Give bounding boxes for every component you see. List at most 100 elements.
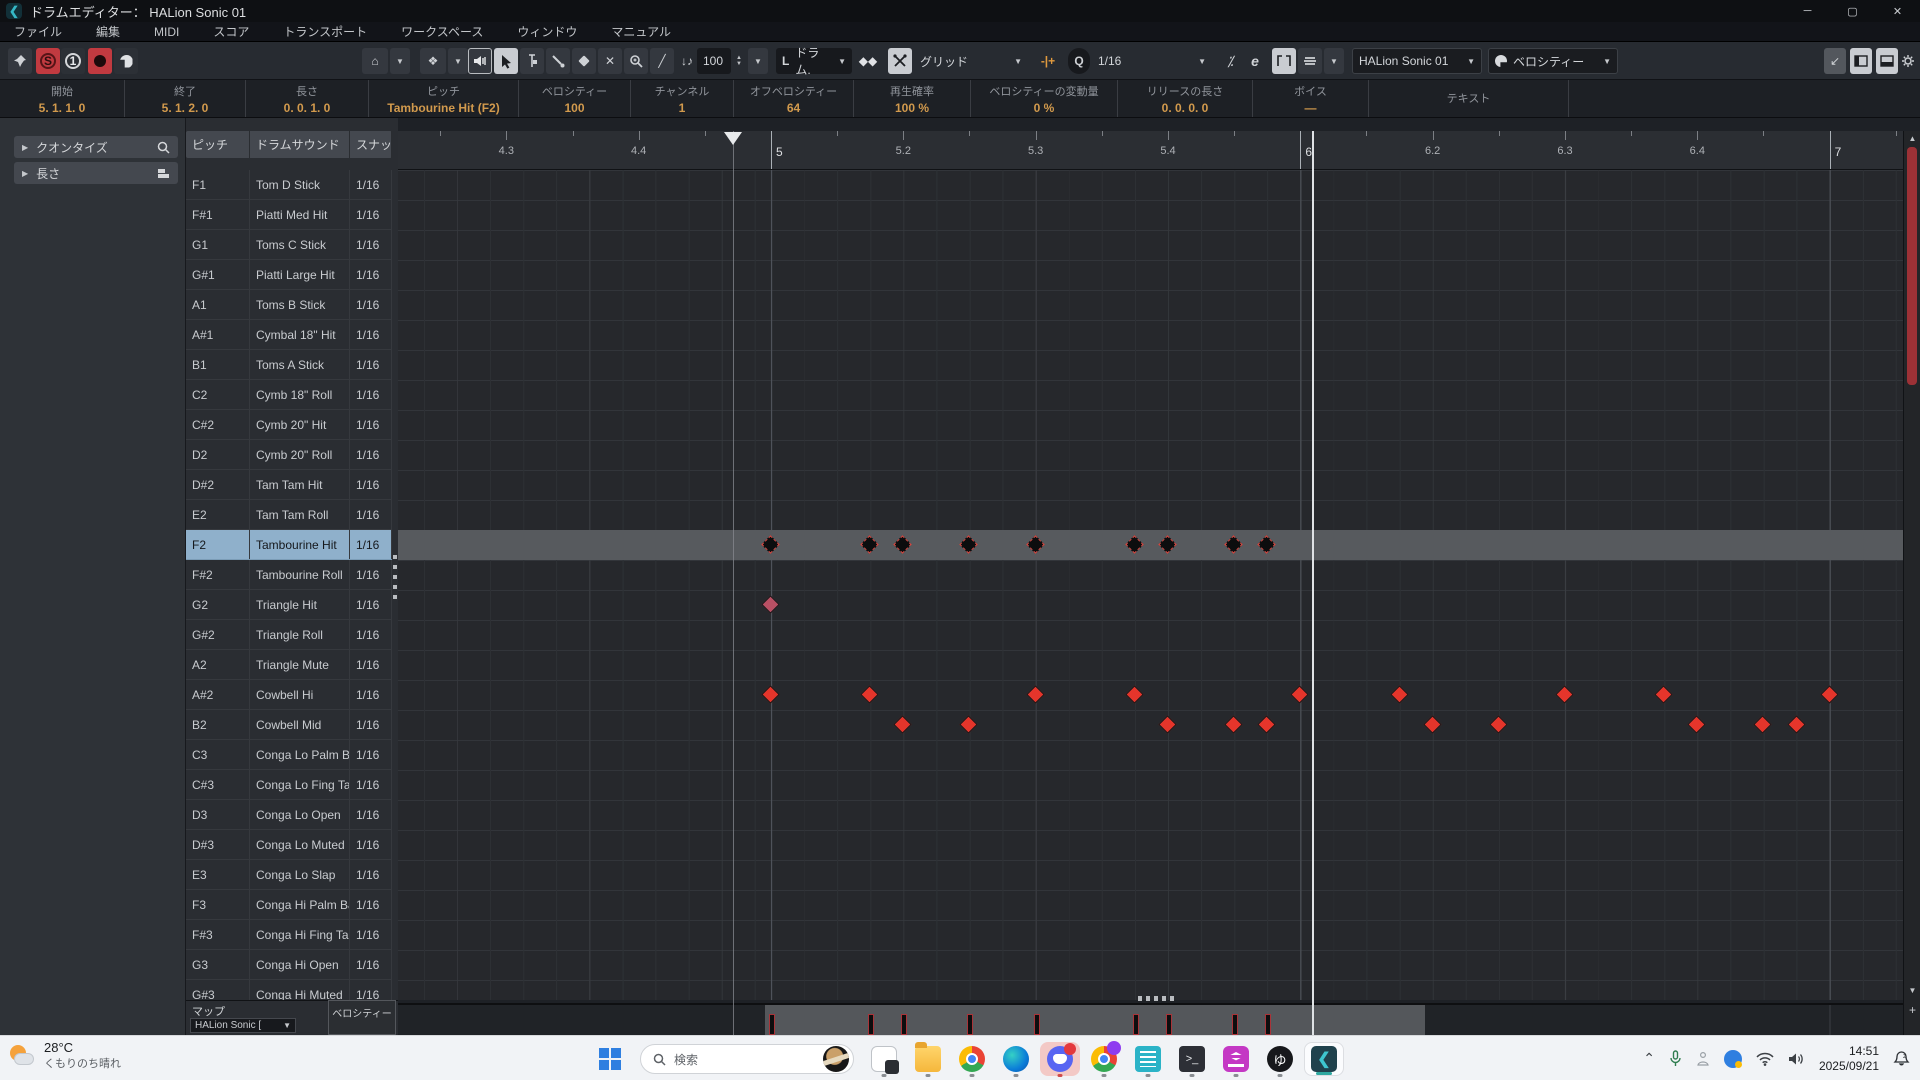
- velocity-bar-step6[interactable]: [967, 1014, 973, 1035]
- drum-note-A#2-step3[interactable]: [861, 685, 879, 703]
- close-icon[interactable]: ✕: [1875, 0, 1920, 22]
- drum-note-B2-step22[interactable]: [1489, 715, 1507, 733]
- info-field-8[interactable]: 再生確率100 %: [854, 80, 971, 117]
- drum-row-E3[interactable]: E3Conga Lo Slap1/16: [186, 860, 392, 890]
- info-field-12[interactable]: テキスト: [1369, 80, 1569, 117]
- drum-row-D3[interactable]: D3Conga Lo Open1/16: [186, 800, 392, 830]
- wifi-icon[interactable]: [1756, 1052, 1774, 1066]
- panel-section-1[interactable]: ▶クオンタイズ: [14, 136, 178, 158]
- menu-ウィンドウ[interactable]: ウィンドウ: [517, 23, 577, 40]
- left-zone-toggle-icon[interactable]: [1850, 48, 1872, 74]
- part-lanes-dropdown-icon[interactable]: ▼: [1324, 48, 1344, 74]
- speaker-icon[interactable]: [468, 48, 492, 74]
- acoustic-feedback-icon[interactable]: 1: [61, 48, 85, 74]
- velocity-bar-step12[interactable]: [1166, 1014, 1172, 1035]
- brush-tool-icon[interactable]: [546, 48, 570, 74]
- iterative-quantize-icon[interactable]: ⁒: [1218, 48, 1242, 74]
- info-field-10[interactable]: リリースの長さ0. 0. 0. 0: [1118, 80, 1253, 117]
- drum-row-F2[interactable]: F2Tambourine Hit1/16: [186, 530, 392, 560]
- part-borders-icon[interactable]: [1272, 48, 1296, 74]
- note-grid[interactable]: [398, 170, 1903, 1000]
- taskbar-icon-edge[interactable]: [994, 1040, 1038, 1078]
- drum-row-A1[interactable]: A1Toms B Stick1/16: [186, 290, 392, 320]
- zoom-tool-icon[interactable]: [624, 48, 648, 74]
- drum-row-G#1[interactable]: G#1Piatti Large Hit1/16: [186, 260, 392, 290]
- search-input[interactable]: 検索: [640, 1044, 854, 1074]
- menu-スコア[interactable]: スコア: [213, 23, 249, 40]
- autoscroll-icon[interactable]: -|+: [1034, 48, 1062, 74]
- drum-note-A#2-step11[interactable]: [1125, 685, 1143, 703]
- drum-row-C2[interactable]: C2Cymb 18" Roll1/16: [186, 380, 392, 410]
- drum-row-F1[interactable]: F1Tom D Stick1/16: [186, 170, 392, 200]
- drum-row-D#2[interactable]: D#2Tam Tam Hit1/16: [186, 470, 392, 500]
- drum-row-F#3[interactable]: F#3Conga Hi Fing Tap1/16: [186, 920, 392, 950]
- drum-note-B2-step6[interactable]: [960, 715, 978, 733]
- mic-icon[interactable]: [1669, 1050, 1682, 1067]
- taskbar-icon-discord[interactable]: [1038, 1040, 1082, 1078]
- taskbar-icon-terminal[interactable]: >_: [1170, 1040, 1214, 1078]
- info-field-6[interactable]: チャンネル1: [631, 80, 734, 117]
- controller-lane-selector[interactable]: ベロシティー: [328, 1000, 396, 1035]
- drum-note-B2-step20[interactable]: [1423, 715, 1441, 733]
- info-field-4[interactable]: ピッチTambourine Hit (F2): [369, 80, 519, 117]
- drum-note-A#2-step8[interactable]: [1026, 685, 1044, 703]
- start-button[interactable]: [588, 1040, 632, 1078]
- info-field-7[interactable]: オフベロシティー64: [734, 80, 854, 117]
- velocity-bar-step0[interactable]: [769, 1014, 775, 1035]
- playhead-triangle-icon[interactable]: [724, 132, 742, 145]
- taskbar-icon-explorer[interactable]: [906, 1040, 950, 1078]
- lane-resize-handle[interactable]: [1138, 996, 1178, 1001]
- drum-row-E2[interactable]: E2Tam Tam Roll1/16: [186, 500, 392, 530]
- volume-icon[interactable]: [1788, 1052, 1805, 1066]
- drum-note-B2-step14[interactable]: [1224, 715, 1242, 733]
- column-header-3[interactable]: スナップ: [350, 131, 392, 158]
- menu-編集[interactable]: 編集: [96, 23, 120, 40]
- drum-row-C3[interactable]: C3Conga Lo Palm Bass1/16: [186, 740, 392, 770]
- taskbar-icon-ime-app[interactable]: ゆ: [1258, 1040, 1302, 1078]
- insert-velocity-value[interactable]: 100: [697, 48, 731, 74]
- drum-note-A#2-step24[interactable]: [1555, 685, 1573, 703]
- drum-note-B2-step15[interactable]: [1258, 715, 1276, 733]
- drum-row-F3[interactable]: F3Conga Hi Palm Bass1/16: [186, 890, 392, 920]
- bell-dnd-icon[interactable]: z: [1893, 1050, 1910, 1067]
- drum-row-D2[interactable]: D2Cymb 20" Roll1/16: [186, 440, 392, 470]
- velocity-bar-step14[interactable]: [1232, 1014, 1238, 1035]
- info-field-9[interactable]: ベロシティーの変動量0 %: [971, 80, 1118, 117]
- velocity-stepper[interactable]: ▲▼: [732, 48, 746, 74]
- line-tool-icon[interactable]: ╱: [650, 48, 674, 74]
- menu-ファイル[interactable]: ファイル: [14, 23, 62, 40]
- zoom-plus-icon[interactable]: +: [1904, 1003, 1920, 1017]
- record-icon[interactable]: [88, 48, 112, 74]
- menu-トランスポート[interactable]: トランスポート: [283, 23, 367, 40]
- timeline-ruler[interactable]: 4.34.455.25.35.466.26.36.47: [398, 131, 1903, 170]
- drum-note-B2-step4[interactable]: [894, 715, 912, 733]
- drum-note-A#2-step32[interactable]: [1820, 685, 1838, 703]
- info-field-3[interactable]: 長さ0. 0. 1. 0: [246, 80, 369, 117]
- drum-map-selector[interactable]: HALion Sonic [▼: [190, 1018, 296, 1033]
- scrollbar-thumb[interactable]: [1907, 147, 1917, 385]
- drum-note-A#2-step16[interactable]: [1291, 685, 1309, 703]
- info-field-5[interactable]: ベロシティー100: [519, 80, 631, 117]
- drum-note-B2-step28[interactable]: [1688, 715, 1706, 733]
- crossed-sticks-grid-icon[interactable]: [888, 48, 912, 74]
- info-field-11[interactable]: ボイス—: [1253, 80, 1369, 117]
- scroll-down-icon[interactable]: ▼: [1904, 986, 1920, 995]
- cloud-sync-icon[interactable]: [1724, 1050, 1742, 1068]
- drum-row-A2[interactable]: A2Triangle Mute1/16: [186, 650, 392, 680]
- velocity-bar-step8[interactable]: [1034, 1014, 1040, 1035]
- drum-note-B2-step12[interactable]: [1158, 715, 1176, 733]
- drum-row-C#3[interactable]: C#3Conga Lo Fing Tap1/16: [186, 770, 392, 800]
- drum-note-A#2-step0[interactable]: [761, 685, 779, 703]
- taskbar-icon-chrome[interactable]: [950, 1040, 994, 1078]
- velocity-bar-step3[interactable]: [868, 1014, 874, 1035]
- column-header-2[interactable]: ドラムサウンド: [250, 131, 350, 158]
- grid-type-selector[interactable]: グリッド▼: [914, 48, 1028, 74]
- part-selector[interactable]: HALion Sonic 01▼: [1352, 48, 1482, 74]
- object-filter-icon[interactable]: ❖: [420, 48, 446, 74]
- drum-row-F#1[interactable]: F#1Piatti Med Hit1/16: [186, 200, 392, 230]
- drum-note-G2-step0[interactable]: [761, 595, 779, 613]
- velocity-dropdown-icon[interactable]: ▼: [748, 48, 768, 74]
- taskbar-icon-sticky-notes[interactable]: [1126, 1040, 1170, 1078]
- drum-row-A#2[interactable]: A#2Cowbell Hi1/16: [186, 680, 392, 710]
- info-field-1[interactable]: 開始5. 1. 1. 0: [0, 80, 125, 117]
